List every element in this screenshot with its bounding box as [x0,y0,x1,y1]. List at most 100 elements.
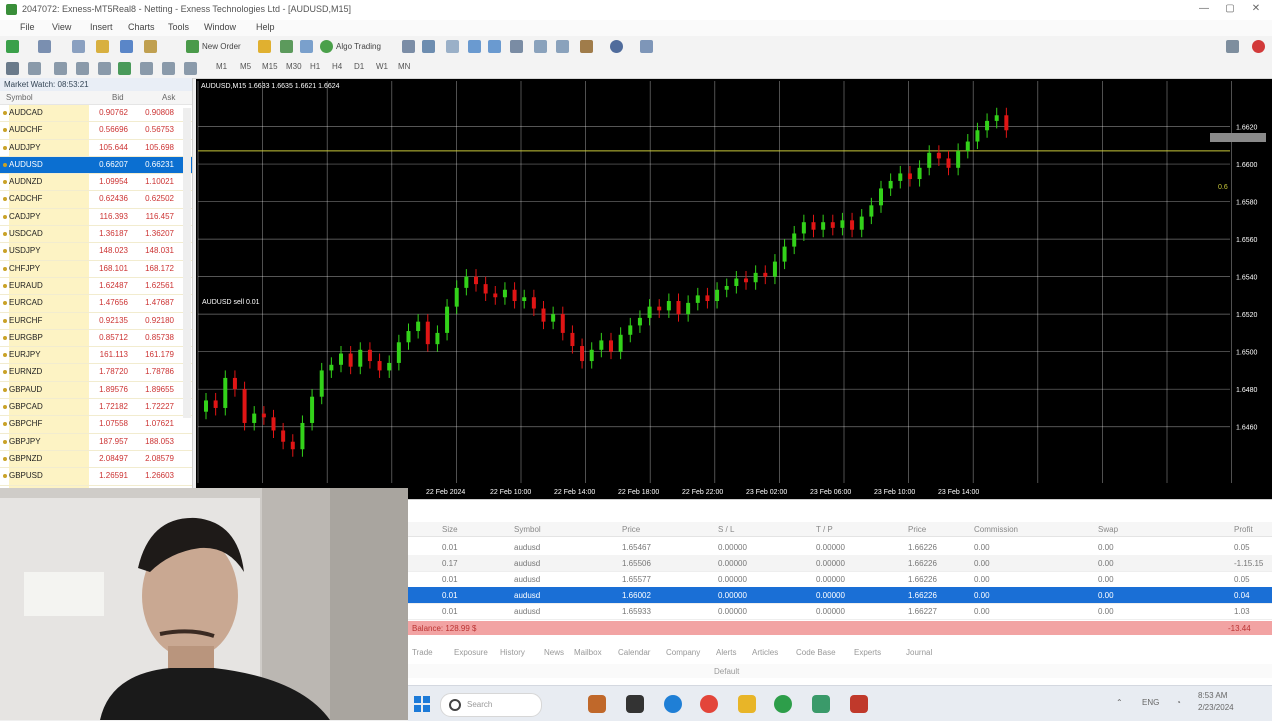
vertical-line-icon[interactable] [54,62,67,75]
col-swap[interactable]: Swap [1098,525,1118,534]
col-size[interactable]: Size [442,525,458,534]
timeframe-h4[interactable]: H4 [332,62,342,71]
chart-canvas[interactable]: AUDUSD,M15 1.6633 1.6635 1.6621 1.6624 A… [196,79,1272,499]
trade-row[interactable]: 0.01 audusd 1.66002 0.00000 0.00000 1.66226 0.… [408,587,1272,604]
market-watch-row[interactable]: USDCAD 1.36187 1.36207 [0,226,192,244]
menu-file[interactable]: File [20,22,35,32]
timeframe-w1[interactable]: W1 [376,62,388,71]
tab-journal[interactable]: Journal [906,648,932,657]
new-order-button[interactable]: New Order [202,42,241,51]
market-watch-row[interactable]: GBPCHF 1.07558 1.07621 [0,416,192,434]
col-commission[interactable]: Commission [974,525,1018,534]
trade-row[interactable]: 0.01 audusd 1.65933 0.00000 0.00000 1.66227 0.… [408,603,1272,620]
trade-row[interactable]: 0.17 audusd 1.65506 0.00000 0.00000 1.66226 0.… [408,555,1272,572]
market-watch-row[interactable]: GBPCAD 1.72182 1.72227 [0,399,192,417]
market-watch-row[interactable]: EURJPY 161.113 161.179 [0,347,192,365]
market-watch-row[interactable]: AUDJPY 105.644 105.698 [0,139,192,157]
market-watch-row[interactable]: GBPNZD 2.08497 2.08579 [0,450,192,469]
market-watch-row[interactable]: AUDCAD 0.90762 0.90808 [0,105,192,123]
tray-lang[interactable]: ENG [1142,698,1159,707]
grid-icon[interactable] [510,40,523,53]
fibonacci-icon[interactable] [140,62,153,75]
new-chart-icon[interactable] [6,40,19,53]
col-symbol[interactable]: Symbol [514,525,541,534]
cursor-icon[interactable] [6,62,19,75]
candle-chart-icon[interactable] [422,40,435,53]
crosshair-icon[interactable] [28,62,41,75]
trade-row[interactable]: 0.01 audusd 1.65467 0.00000 0.00000 1.66226 0.… [408,539,1272,556]
tab-mailbox[interactable]: Mailbox [574,648,602,657]
indicators-icon[interactable] [580,40,593,53]
tab-articles[interactable]: Articles [752,648,778,657]
market-watch-row[interactable]: AUDUSD 0.66207 0.66231 [0,156,192,175]
data-window-icon[interactable] [120,40,133,53]
market-watch-row[interactable]: USDJPY 148.023 148.031 [0,243,192,261]
start-icon[interactable] [414,696,430,712]
tab-code-base[interactable]: Code Base [796,648,836,657]
navigator-icon[interactable] [72,40,85,53]
new-order-icon[interactable] [186,40,199,53]
line-chart-icon[interactable] [446,40,459,53]
market-watch-row[interactable]: GBPJPY 187.957 188.053 [0,433,192,451]
algo-trading-button[interactable]: Algo Trading [336,42,381,51]
market-watch-row[interactable]: CADJPY 116.393 116.457 [0,208,192,227]
menu-tools[interactable]: Tools [168,22,189,32]
algo-trading-icon[interactable] [320,40,333,53]
zoom-in-icon[interactable] [468,40,481,53]
terminal-icon[interactable] [144,40,157,53]
profiles-icon[interactable] [38,40,51,53]
market-watch-row[interactable]: EURCHF 0.92135 0.92180 [0,312,192,330]
market-watch-icon[interactable] [96,40,109,53]
file-explorer-icon[interactable] [738,695,756,713]
col-sl[interactable]: S / L [718,525,734,534]
menu-charts[interactable]: Charts [128,22,155,32]
menu-help[interactable]: Help [256,22,275,32]
templates-icon[interactable] [640,40,653,53]
timeframe-h1[interactable]: H1 [310,62,320,71]
maximize-icon[interactable]: ▢ [1222,2,1238,16]
col-current-price[interactable]: Price [908,525,926,534]
strategy-icon[interactable] [280,40,293,53]
market-watch-row[interactable]: EURNZD 1.78720 1.78786 [0,364,192,382]
tab-calendar[interactable]: Calendar [618,648,650,657]
chart-icon[interactable] [300,40,313,53]
timeframe-mn[interactable]: MN [398,62,410,71]
col-tp[interactable]: T / P [816,525,833,534]
market-watch-row[interactable]: AUDCHF 0.56696 0.56753 [0,122,192,140]
timeframe-m30[interactable]: M30 [286,62,302,71]
tab-alerts[interactable]: Alerts [716,648,736,657]
menu-insert[interactable]: Insert [90,22,113,32]
bid-column-header[interactable]: Bid [112,93,124,102]
symbol-column-header[interactable]: Symbol [6,93,33,102]
depth-icon[interactable] [258,40,271,53]
edge-icon[interactable] [664,695,682,713]
chrome-icon[interactable] [700,695,718,713]
tab-news[interactable]: News [544,648,564,657]
horizontal-line-icon[interactable] [76,62,89,75]
task-view-icon[interactable] [626,695,644,713]
menu-window[interactable]: Window [204,22,236,32]
col-price[interactable]: Price [622,525,640,534]
notification-icon[interactable] [1252,40,1265,53]
taskbar-app-icon[interactable] [588,695,606,713]
wifi-icon[interactable]: ◔ [1176,698,1181,707]
bar-chart-icon[interactable] [402,40,415,53]
metatrader-icon[interactable] [774,695,792,713]
zoom-out-icon[interactable] [488,40,501,53]
tab-exposure[interactable]: Exposure [454,648,488,657]
close-icon[interactable]: ✕ [1248,2,1264,16]
col-profit[interactable]: Profit [1234,525,1253,534]
taskbar-app-icon-2[interactable] [812,695,830,713]
ask-column-header[interactable]: Ask [162,93,175,102]
market-watch-row[interactable]: EURGBP 0.85712 0.85738 [0,329,192,348]
market-watch-row[interactable]: EURAUD 1.62487 1.62561 [0,277,192,296]
tab-company[interactable]: Company [666,648,700,657]
trade-row[interactable]: 0.01 audusd 1.65577 0.00000 0.00000 1.66226 0.… [408,571,1272,588]
chart-shift-icon[interactable] [556,40,569,53]
trendline-icon[interactable] [98,62,111,75]
tab-trade[interactable]: Trade [412,648,433,657]
autoscroll-icon[interactable] [534,40,547,53]
market-watch-row[interactable]: CADCHF 0.62436 0.62502 [0,191,192,209]
channel-icon[interactable] [118,62,131,75]
market-watch-row[interactable]: CHFJPY 168.101 168.172 [0,260,192,278]
